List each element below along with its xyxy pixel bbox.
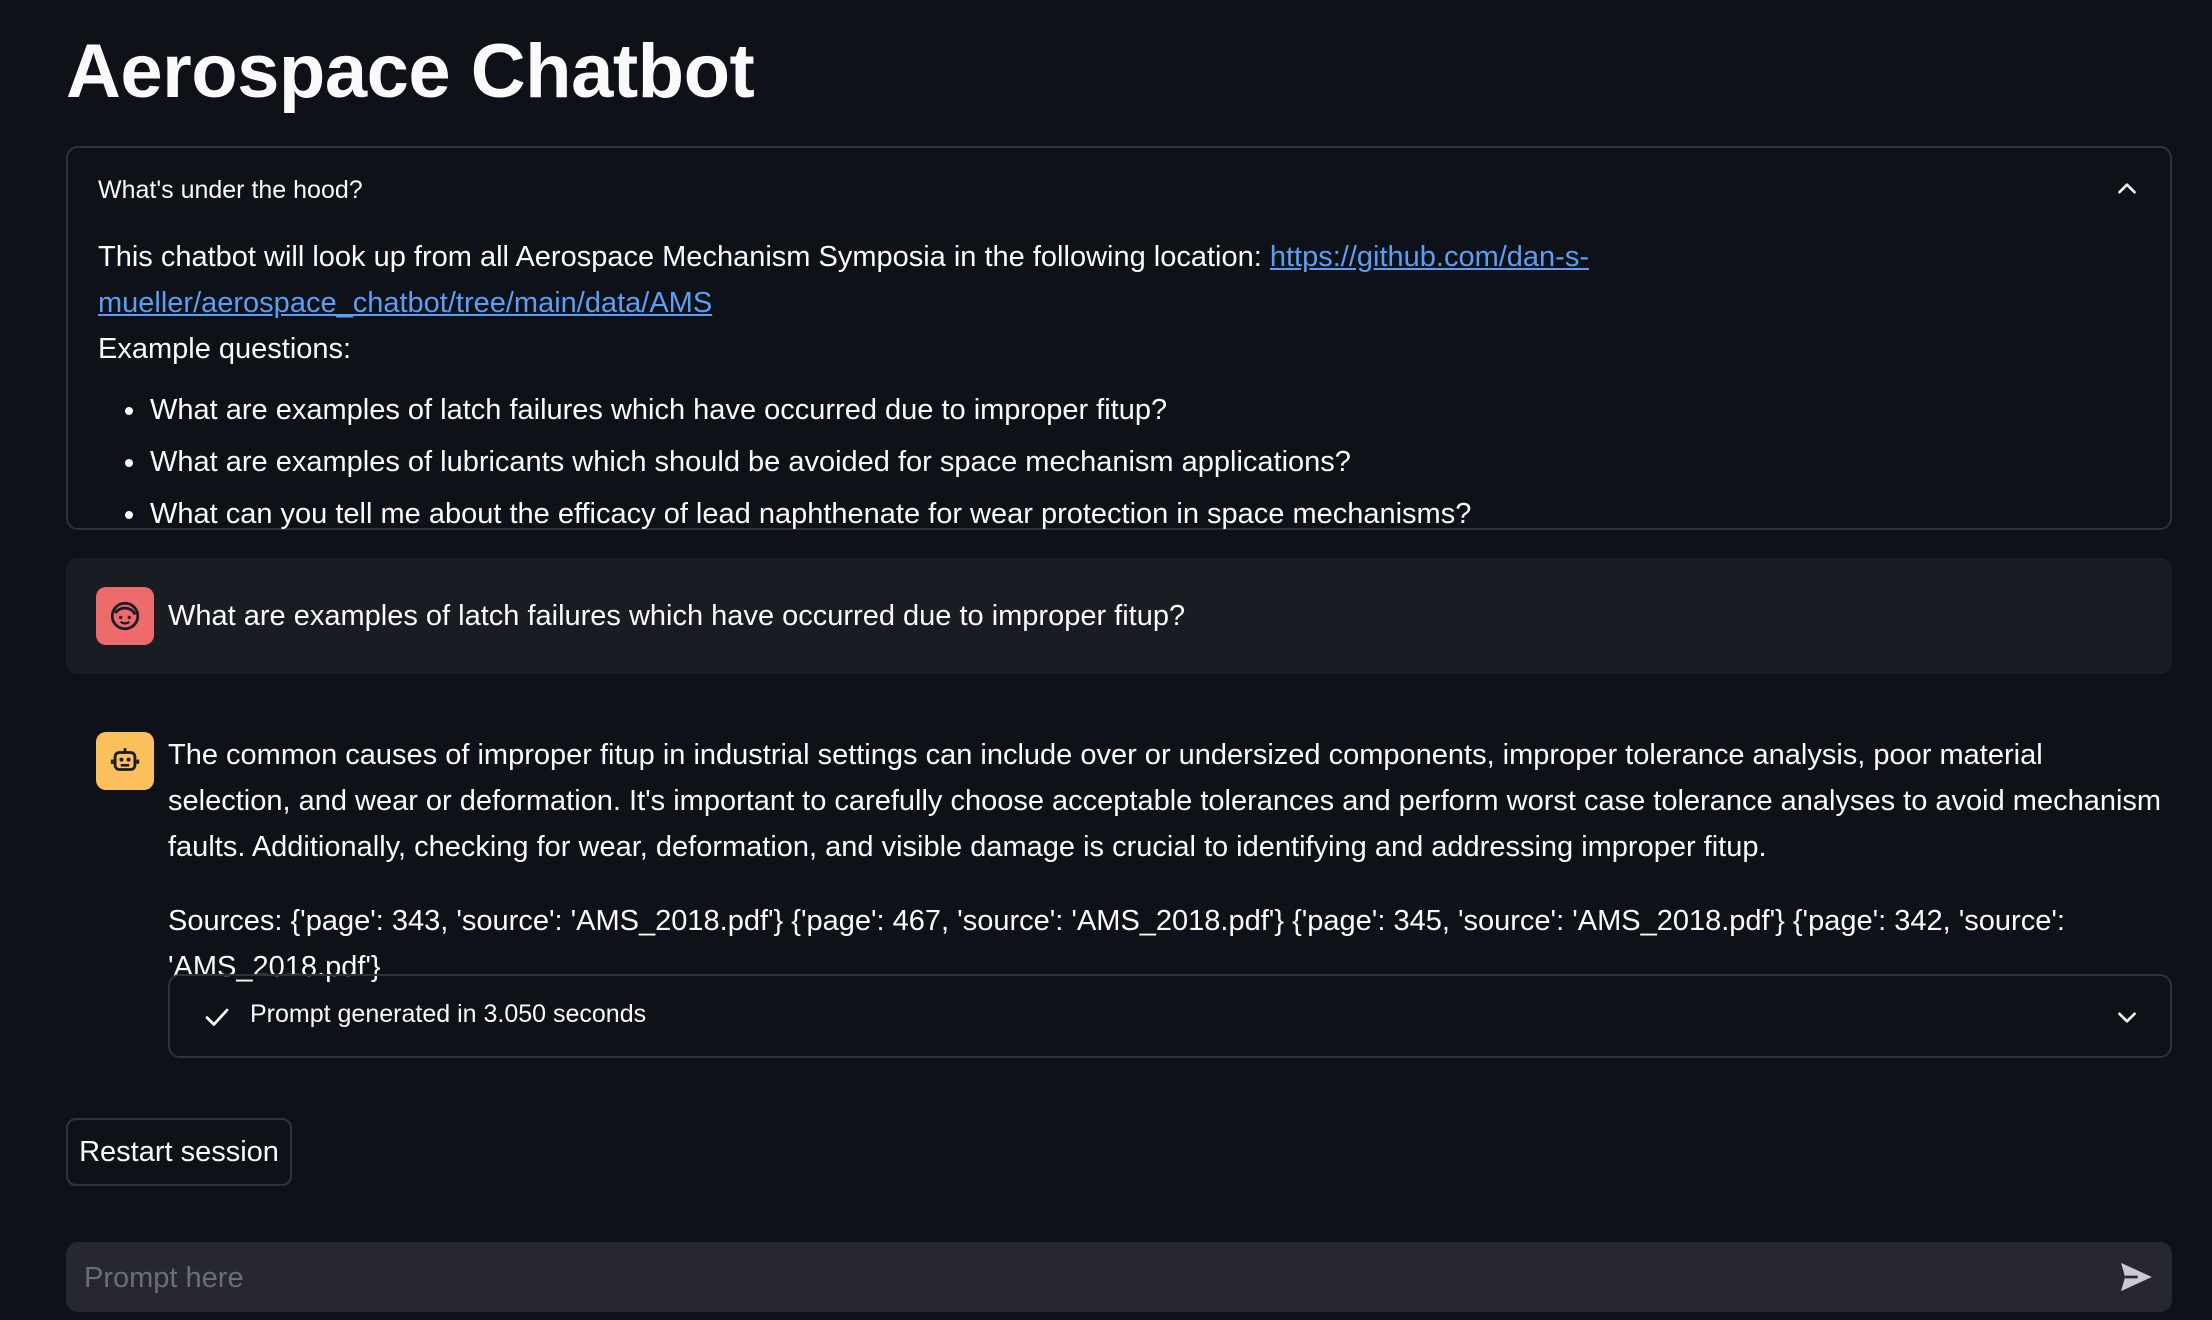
intro-text: This chatbot will look up from all Aeros… — [98, 241, 1270, 273]
expander-title: What's under the hood? — [98, 176, 363, 204]
expander-intro: This chatbot will look up from all Aeros… — [98, 234, 2140, 326]
user-message: What are examples of latch failures whic… — [66, 558, 2172, 674]
assistant-message-body: The common causes of improper fitup in i… — [168, 732, 2172, 990]
expander-body: This chatbot will look up from all Aeros… — [98, 234, 2140, 540]
robot-icon — [110, 748, 140, 771]
assistant-message: The common causes of improper fitup in i… — [66, 708, 2172, 1068]
assistant-answer-text: The common causes of improper fitup in i… — [168, 739, 2162, 863]
examples-label: Example questions: — [98, 333, 352, 365]
example-questions-list: What are examples of latch failures whic… — [98, 384, 2140, 540]
assistant-avatar — [96, 732, 154, 790]
user-message-text: What are examples of latch failures whic… — [168, 600, 1186, 632]
user-face-icon — [110, 601, 140, 631]
page-title: Aerospace Chatbot — [66, 29, 755, 114]
example-question: What are examples of lubricants which sh… — [148, 436, 2140, 488]
under-the-hood-expander: What's under the hood? This chatbot will… — [66, 146, 2172, 530]
example-question: What are examples of latch failures whic… — [148, 384, 2140, 436]
user-avatar — [96, 587, 154, 645]
prompt-status-label: Prompt generated in 3.050 seconds — [250, 1000, 647, 1028]
chevron-up-icon[interactable] — [2114, 176, 2140, 202]
chat-input-bar — [66, 1242, 2172, 1314]
expander-header[interactable]: What's under the hood? — [68, 148, 2170, 232]
send-icon[interactable] — [2116, 1257, 2156, 1297]
chat-prompt-input[interactable] — [82, 1242, 2086, 1314]
prompt-status-expander[interactable]: Prompt generated in 3.050 seconds — [168, 974, 2172, 1058]
restart-session-button[interactable]: Restart session — [66, 1118, 292, 1186]
chevron-down-icon[interactable] — [2114, 1004, 2140, 1030]
app-page: Aerospace Chatbot What's under the hood?… — [0, 0, 2212, 1320]
example-question: What can you tell me about the efficacy … — [148, 488, 2140, 540]
check-icon — [205, 1008, 229, 1026]
